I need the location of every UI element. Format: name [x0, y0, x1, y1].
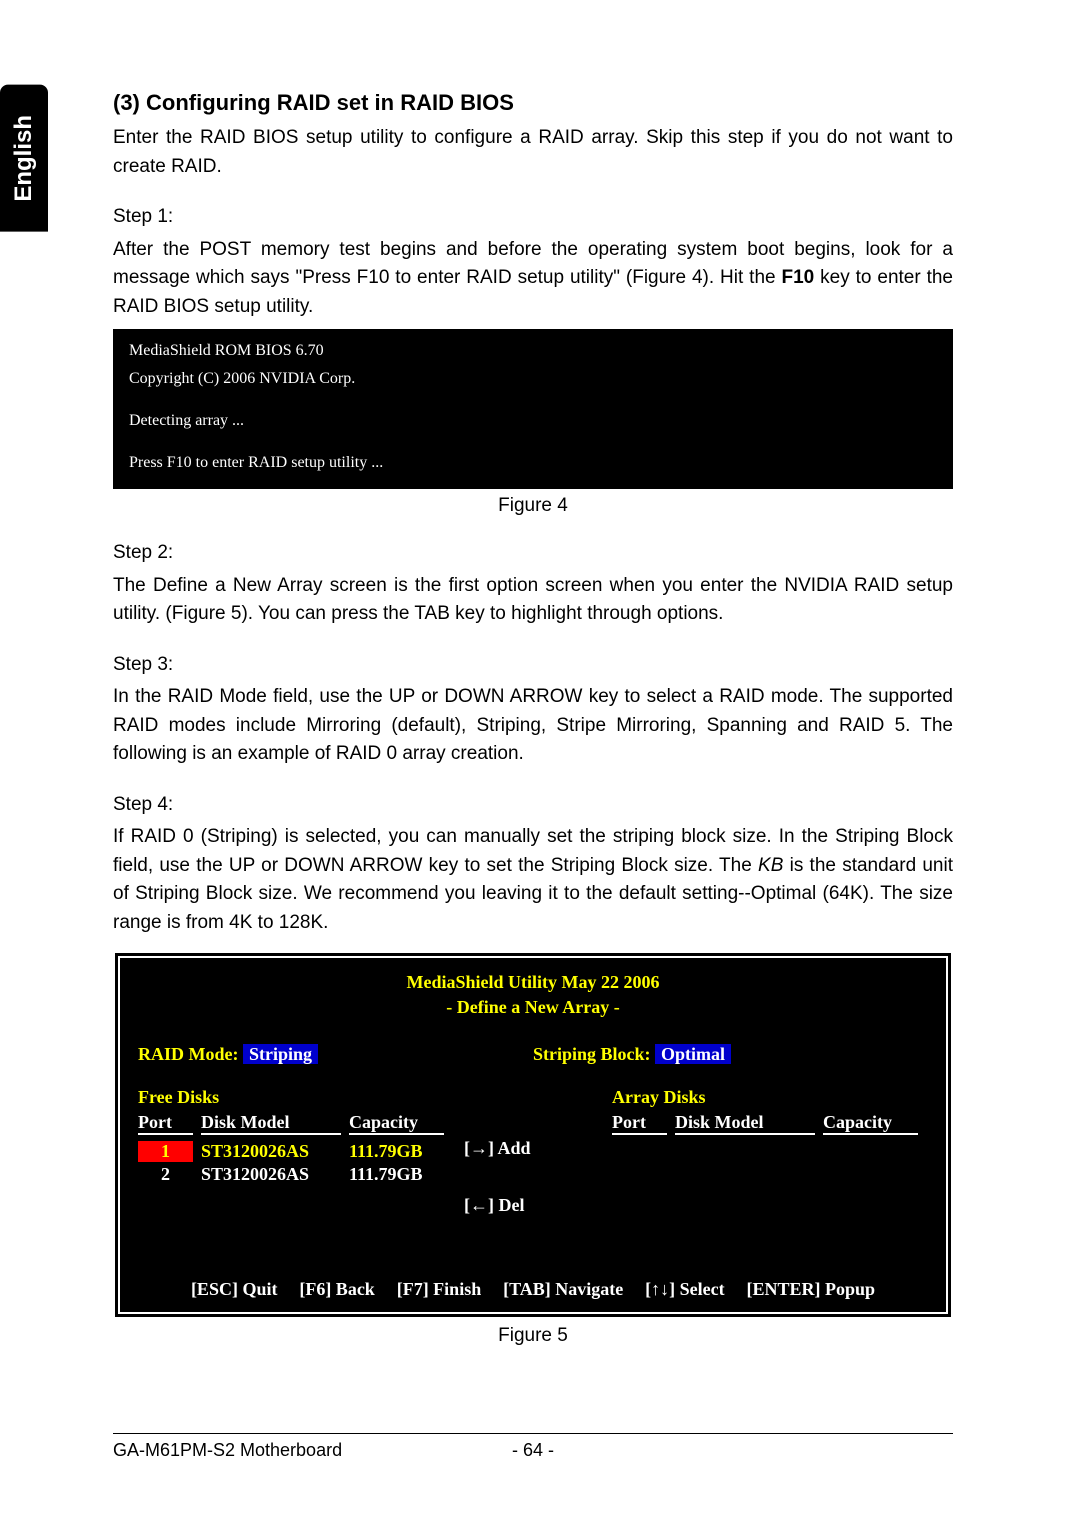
- free-disks-header: Free Disks: [138, 1087, 454, 1112]
- bios-utility-figure5: MediaShield Utility May 22 2006 - Define…: [113, 951, 953, 1319]
- raid-mode-label: RAID Mode:: [138, 1044, 243, 1064]
- console-line: MediaShield ROM BIOS 6.70: [129, 339, 937, 363]
- cell-port: 1: [138, 1141, 193, 1162]
- step3-label: Step 3:: [113, 651, 953, 680]
- array-disks-header: Array Disks: [612, 1087, 928, 1112]
- raid-mode-value: Striping: [243, 1044, 318, 1064]
- raid-mode-field[interactable]: RAID Mode: Striping: [138, 1044, 533, 1065]
- bios-footer-hotkeys: [ESC] Quit [F6] Back [F7] Finish [TAB] N…: [120, 1267, 946, 1312]
- col-port: Port: [138, 1112, 193, 1135]
- add-del-controls: [→] Add [←] Del: [454, 1087, 612, 1267]
- spacer: [129, 395, 937, 405]
- figure4-caption: Figure 4: [113, 495, 953, 517]
- step2-text: The Define a New Array screen is the fir…: [113, 572, 953, 629]
- free-disk-row[interactable]: 1 ST3120026AS 111.79GB: [138, 1141, 454, 1162]
- striping-block-value: Optimal: [655, 1044, 731, 1064]
- bios-title: MediaShield Utility May 22 2006 - Define…: [120, 958, 946, 1032]
- step1-label: Step 1:: [113, 203, 953, 232]
- hotkey-navigate: [TAB] Navigate: [503, 1279, 623, 1300]
- striping-block-field[interactable]: Striping Block: Optimal: [533, 1044, 928, 1065]
- col-port: Port: [612, 1112, 667, 1135]
- step4-text: If RAID 0 (Striping) is selected, you ca…: [113, 823, 953, 937]
- step3-text: In the RAID Mode field, use the UP or DO…: [113, 683, 953, 769]
- del-control[interactable]: [←] Del: [464, 1195, 524, 1216]
- hotkey-back: [F6] Back: [299, 1279, 375, 1300]
- free-disks-columns: Port Disk Model Capacity: [138, 1112, 454, 1139]
- console-line: Press F10 to enter RAID setup utility ..…: [129, 451, 937, 475]
- page-footer: GA-M61PM-S2 Motherboard - 64 -: [113, 1433, 953, 1461]
- col-capacity: Capacity: [349, 1112, 444, 1135]
- hotkey-select: [↑↓] Select: [645, 1279, 724, 1300]
- col-disk-model: Disk Model: [201, 1112, 341, 1135]
- bios-console-figure4: MediaShield ROM BIOS 6.70 Copyright (C) …: [113, 329, 953, 489]
- kb-unit: KB: [758, 855, 783, 876]
- step1-text: After the POST memory test begins and be…: [113, 236, 953, 322]
- document-content: (3) Configuring RAID set in RAID BIOS En…: [113, 90, 953, 1365]
- cell-model: ST3120026AS: [201, 1164, 341, 1185]
- col-disk-model: Disk Model: [675, 1112, 815, 1135]
- f10-key: F10: [782, 267, 815, 288]
- bios-disk-tables: Free Disks Port Disk Model Capacity 1 ST…: [120, 1087, 946, 1267]
- step2-label: Step 2:: [113, 539, 953, 568]
- bios-title-line1: MediaShield Utility May 22 2006: [120, 970, 946, 995]
- free-disks-panel[interactable]: Free Disks Port Disk Model Capacity 1 ST…: [138, 1087, 454, 1267]
- footer-page-number: - 64 -: [512, 1440, 554, 1461]
- bios-options-row: RAID Mode: Striping Striping Block: Opti…: [120, 1032, 946, 1087]
- console-line: Detecting array ...: [129, 409, 937, 433]
- col-capacity: Capacity: [823, 1112, 918, 1135]
- hotkey-finish: [F7] Finish: [397, 1279, 482, 1300]
- console-line: Copyright (C) 2006 NVIDIA Corp.: [129, 367, 937, 391]
- bios-title-line2: - Define a New Array -: [120, 995, 946, 1020]
- hotkey-popup: [ENTER] Popup: [746, 1279, 875, 1300]
- array-disks-columns: Port Disk Model Capacity: [612, 1112, 928, 1139]
- cell-model: ST3120026AS: [201, 1141, 341, 1162]
- cell-capacity: 111.79GB: [349, 1164, 444, 1185]
- section-intro: Enter the RAID BIOS setup utility to con…: [113, 124, 953, 181]
- array-disks-panel[interactable]: Array Disks Port Disk Model Capacity: [612, 1087, 928, 1267]
- section-heading: (3) Configuring RAID set in RAID BIOS: [113, 90, 953, 116]
- cell-port: 2: [138, 1164, 193, 1185]
- free-disk-row[interactable]: 2 ST3120026AS 111.79GB: [138, 1164, 454, 1185]
- cell-capacity: 111.79GB: [349, 1141, 444, 1162]
- language-tab: English: [0, 85, 48, 232]
- add-control[interactable]: [→] Add: [464, 1138, 531, 1159]
- figure5-caption: Figure 5: [113, 1325, 953, 1347]
- hotkey-quit: [ESC] Quit: [191, 1279, 278, 1300]
- step4-label: Step 4:: [113, 791, 953, 820]
- spacer: [129, 437, 937, 447]
- footer-product: GA-M61PM-S2 Motherboard: [113, 1440, 533, 1461]
- striping-block-label: Striping Block:: [533, 1044, 655, 1064]
